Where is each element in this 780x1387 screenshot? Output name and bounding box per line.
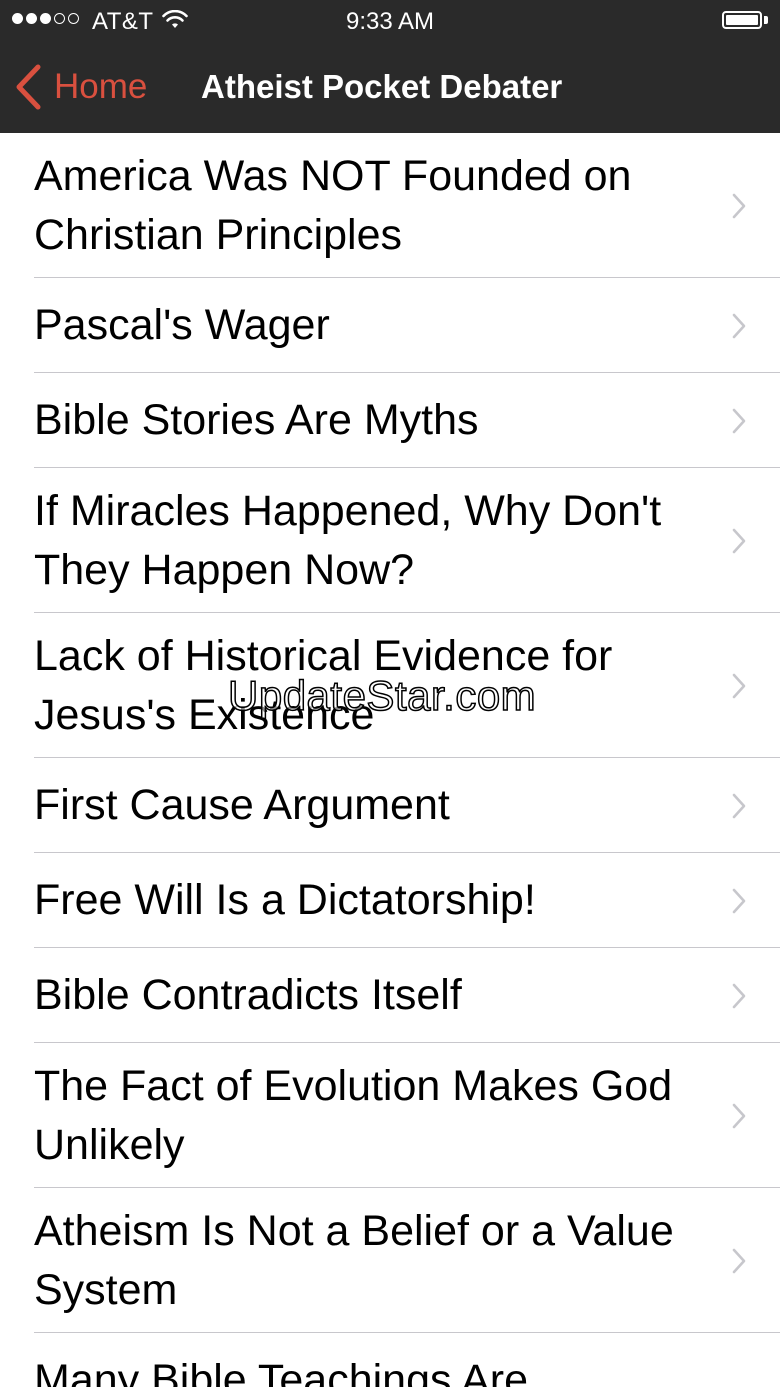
list-item[interactable]: Bible Stories Are Myths [0, 373, 780, 468]
list-item[interactable]: First Cause Argument [0, 758, 780, 853]
battery-icon [722, 11, 768, 31]
page-title: Atheist Pocket Debater [201, 68, 563, 105]
navigation-bar: Home Atheist Pocket Debater [0, 42, 780, 133]
list-item-label: Lack of Historical Evidence for Jesus's … [34, 631, 613, 739]
list-item[interactable]: Free Will Is a Dictatorship! [0, 853, 780, 948]
back-button-label: Home [54, 67, 148, 106]
chevron-right-icon [732, 528, 746, 553]
list-item-label: If Miracles Happened, Why Don't They Hap… [34, 486, 662, 594]
chevron-right-icon [732, 888, 746, 913]
chevron-left-icon [16, 64, 41, 110]
list-item[interactable]: America Was NOT Founded on Christian Pri… [0, 133, 780, 278]
list-item[interactable]: Atheism Is Not a Belief or a Value Syste… [0, 1188, 780, 1333]
list-item-label: America Was NOT Founded on Christian Pri… [34, 151, 632, 259]
list-item-label: The Fact of Evolution Makes God Unlikely [34, 1061, 673, 1169]
list-item-label: Many Bible Teachings Are [34, 1356, 528, 1387]
list-item[interactable]: Bible Contradicts Itself [0, 948, 780, 1043]
chevron-right-icon [732, 313, 746, 338]
topic-list: America Was NOT Founded on Christian Pri… [0, 133, 780, 1387]
list-item-label: Free Will Is a Dictatorship! [34, 876, 536, 924]
top-bar: AT&T 9:33 AM Home Atheist Pocket Debater [0, 0, 780, 133]
back-button[interactable]: Home [14, 62, 147, 112]
list-item[interactable]: Pascal's Wager [0, 278, 780, 373]
list-item-label: Bible Contradicts Itself [34, 971, 462, 1019]
chevron-right-icon [732, 1103, 746, 1128]
list-item-label: First Cause Argument [34, 781, 450, 829]
chevron-right-icon [732, 673, 746, 698]
chevron-right-icon [732, 983, 746, 1008]
status-bar: AT&T 9:33 AM [0, 0, 780, 42]
list-item[interactable]: The Fact of Evolution Makes God Unlikely [0, 1043, 780, 1188]
chevron-right-icon [732, 193, 746, 218]
list-item[interactable]: Lack of Historical Evidence for Jesus's … [0, 613, 780, 758]
clock: 9:33 AM [345, 8, 435, 35]
chevron-right-icon [732, 408, 746, 433]
chevron-right-icon [732, 1248, 746, 1273]
list-item[interactable]: If Miracles Happened, Why Don't They Hap… [0, 468, 780, 613]
list-item-label: Pascal's Wager [34, 301, 330, 349]
chevron-right-icon [732, 793, 746, 818]
list-item-label: Atheism Is Not a Belief or a Value Syste… [34, 1206, 674, 1314]
list-item[interactable]: Many Bible Teachings Are [0, 1333, 780, 1387]
list-item-label: Bible Stories Are Myths [34, 396, 479, 444]
app-screen: AT&T 9:33 AM Home Atheist Pocket Debater [0, 0, 780, 1387]
